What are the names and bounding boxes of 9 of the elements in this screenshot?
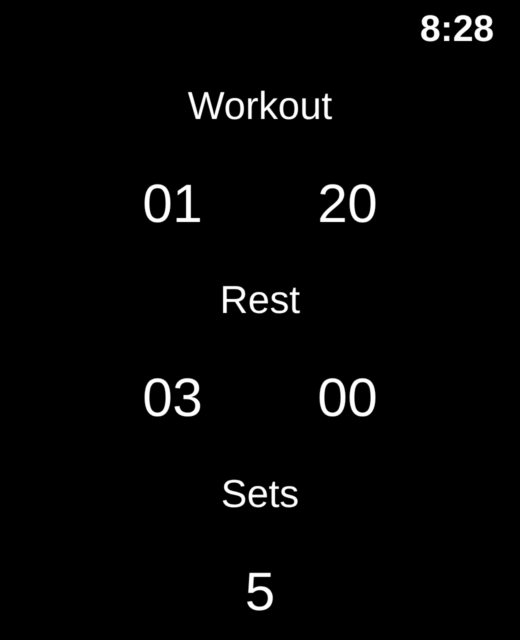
picker-label: Sets bbox=[220, 475, 300, 514]
picker-value[interactable]: 00 bbox=[288, 370, 408, 424]
picker-value[interactable]: 20 bbox=[288, 176, 408, 230]
picker-value[interactable]: 03 bbox=[112, 370, 232, 424]
status-time: 8:28 bbox=[420, 10, 494, 46]
picker-value[interactable]: 01 bbox=[112, 176, 232, 230]
picker-label: Workout bbox=[188, 87, 332, 126]
picker-label: Rest bbox=[220, 281, 300, 320]
picker-value[interactable]: 5 bbox=[200, 564, 320, 618]
